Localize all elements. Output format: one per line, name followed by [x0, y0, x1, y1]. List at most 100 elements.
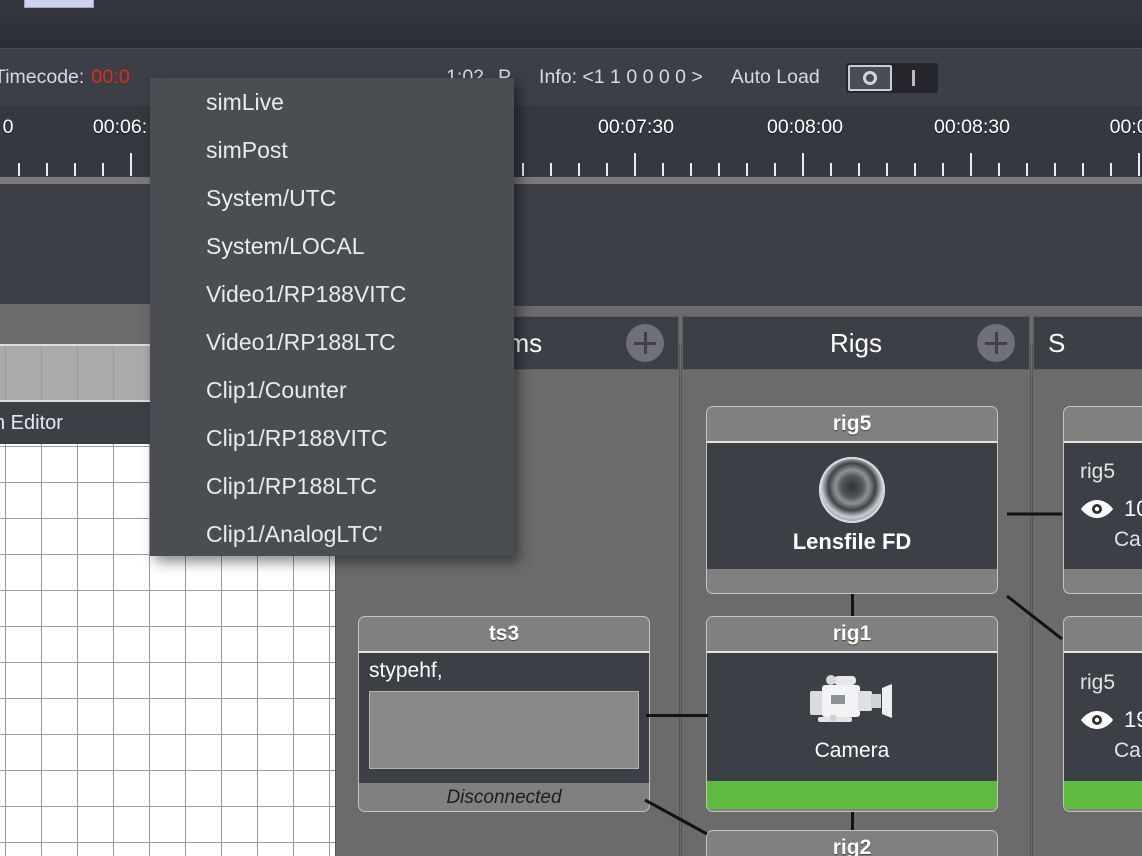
grid-line	[0, 698, 335, 699]
add-rig-button[interactable]	[977, 324, 1015, 362]
ruler-tick	[942, 163, 944, 176]
ruler-tick	[802, 153, 804, 176]
ruler-tick	[1110, 163, 1112, 176]
editor-title: n Editor	[0, 412, 63, 435]
timecode-value[interactable]: 00:0	[91, 66, 130, 89]
menu-item-video1-rp188vitc[interactable]: Video1/RP188VITC	[150, 270, 514, 318]
ruler-tick	[886, 163, 888, 176]
node-source-bottom[interactable]: rig5 192 Car	[1063, 616, 1142, 812]
node-ts3-status: Disconnected	[359, 783, 649, 812]
auto-load-toggle[interactable]	[846, 63, 938, 93]
menu-item-clip1-rp188vitc[interactable]: Clip1/RP188VITC	[150, 414, 514, 462]
ruler-tick	[522, 163, 524, 176]
eye-icon	[1080, 709, 1114, 731]
ruler-tick	[718, 163, 720, 176]
node-rig5-lensfile[interactable]: rig5 Lensfile FD	[706, 406, 998, 594]
ruler-tick	[970, 153, 972, 176]
ruler-tick	[1138, 153, 1140, 176]
timecode-label: Timecode:	[0, 66, 84, 89]
node-source-bottom-title-bar	[1064, 617, 1142, 651]
lens-aperture-icon	[819, 457, 885, 523]
ruler-tick	[858, 163, 860, 176]
panel-sources-header: S	[1033, 316, 1142, 370]
timecode-source-menu[interactable]: simLivesimPostSystem/UTCSystem/LOCALVide…	[150, 78, 514, 556]
node-source-bottom-name: rig5	[1080, 671, 1115, 695]
grid-line	[0, 734, 335, 735]
node-ts3[interactable]: ts3 stypehf, Disconnected	[358, 616, 650, 812]
ruler-tick	[998, 163, 1000, 176]
node-rig5-lensfile-title: rig5	[707, 407, 997, 441]
panel-sources-title: S	[1048, 328, 1065, 359]
ruler-tick	[746, 163, 748, 176]
menu-item-system-utc[interactable]: System/UTC	[150, 174, 514, 222]
ruler-label-2: 00:07:30	[598, 116, 674, 139]
node-source-top-sub: Car	[1114, 528, 1142, 552]
ruler-tick	[634, 153, 636, 176]
ruler-tick	[662, 163, 664, 176]
menu-item-clip1-counter[interactable]: Clip1/Counter	[150, 366, 514, 414]
window-top-strip	[0, 0, 1142, 48]
grid-line	[0, 770, 335, 771]
node-rig1-camera[interactable]: rig1 Camera	[706, 616, 998, 812]
info-text: Info: <1 1 0 0 0 0 >	[539, 66, 703, 89]
grid-line	[5, 346, 6, 400]
node-ts3-title: ts3	[359, 617, 649, 651]
panel-rigs-header: Rigs	[682, 316, 1030, 370]
add-system-button[interactable]	[626, 324, 664, 362]
eye-icon	[1080, 498, 1114, 520]
node-ts3-text: stypehf,	[359, 653, 649, 683]
grid-line	[0, 590, 335, 591]
menu-item-simlive[interactable]: simLive	[150, 78, 514, 126]
ruler-label-4: 00:08:30	[934, 116, 1010, 139]
ruler-tick	[830, 163, 832, 176]
ruler-tick	[914, 163, 916, 176]
auto-load-label: Auto Load	[731, 66, 820, 89]
ruler-tick	[690, 163, 692, 176]
ruler-label-0: 0	[3, 116, 14, 139]
ruler-tick	[102, 163, 104, 176]
power-bar-icon[interactable]	[892, 65, 936, 91]
ruler-tick	[550, 163, 552, 176]
node-rig1-status-bar	[707, 781, 997, 809]
ruler-tick	[74, 163, 76, 176]
node-source-top[interactable]: rig5 10. Car	[1063, 406, 1142, 594]
panel-sources: S rig5 10. Car	[1032, 344, 1142, 856]
app-root: Timecode: 00:0 1:02 P Info: <1 1 0 0 0 0…	[0, 0, 1142, 856]
menu-item-clip1-rp188ltc[interactable]: Clip1/RP188LTC	[150, 462, 514, 510]
node-source-top-title-bar	[1064, 407, 1142, 441]
node-rig1-camera-label: Camera	[815, 739, 890, 763]
ruler-tick	[606, 163, 608, 176]
node-source-bottom-status-bar	[1064, 781, 1142, 809]
power-circle-icon[interactable]	[848, 65, 892, 91]
node-rig2-title: rig2	[707, 831, 997, 856]
node-ts3-input[interactable]	[369, 691, 639, 769]
wire-ts3-to-rig1	[646, 714, 708, 717]
ruler-label-1: 00:06:	[93, 116, 147, 139]
selected-tab[interactable]	[24, 0, 94, 8]
node-rig5-lensfile-label: Lensfile FD	[793, 529, 912, 555]
panel-rigs: Rigs rig5 Lensfile FD rig1	[681, 344, 1031, 856]
grid-line	[41, 346, 42, 400]
node-source-bottom-sub: Car	[1114, 739, 1142, 763]
ruler-tick	[18, 163, 20, 176]
wire-rig5-to-rig1	[851, 594, 854, 616]
node-source-top-name: rig5	[1080, 460, 1115, 484]
wire-rig1-to-rig2	[851, 812, 854, 830]
menu-item-simpost[interactable]: simPost	[150, 126, 514, 174]
ruler-tick	[1082, 163, 1084, 176]
grid-line	[77, 346, 78, 400]
ruler-tick	[578, 163, 580, 176]
menu-item-video1-rp188ltc[interactable]: Video1/RP188LTC	[150, 318, 514, 366]
menu-item-clip1-analogltc[interactable]: Clip1/AnalogLTC'	[150, 510, 514, 558]
grid-line	[113, 346, 114, 400]
node-source-top-address: 10.	[1124, 496, 1142, 522]
ruler-label-3: 00:08:00	[767, 116, 843, 139]
ruler-tick	[130, 153, 132, 176]
panel-rigs-title: Rigs	[830, 328, 882, 359]
ruler-tick	[774, 163, 776, 176]
node-source-bottom-address: 192	[1124, 707, 1142, 733]
node-rig2[interactable]: rig2	[706, 830, 998, 856]
menu-item-system-local[interactable]: System/LOCAL	[150, 222, 514, 270]
ruler-tick	[1054, 163, 1056, 176]
grid-line	[0, 806, 335, 807]
